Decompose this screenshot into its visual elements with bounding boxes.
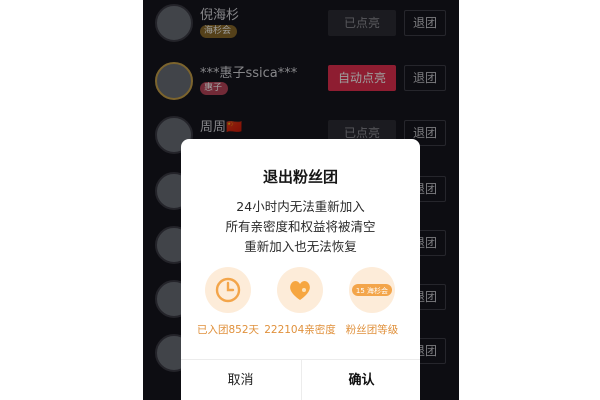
cancel-button[interactable]: 取消 bbox=[181, 360, 300, 400]
dialog-message-line: 重新加入也无法恢复 bbox=[244, 239, 357, 254]
intimacy-item: 222104亲密度 bbox=[262, 267, 338, 337]
intimacy-label: 222104亲密度 bbox=[264, 324, 336, 336]
fan-level-badge-text: 15 海杉会 bbox=[356, 286, 388, 295]
dialog-message-line: 24小时内无法重新加入 bbox=[236, 199, 365, 214]
quit-fan-group-dialog: 退出粉丝团 24小时内无法重新加入 所有亲密度和权益将被清空 重新加入也无法恢复… bbox=[181, 139, 420, 400]
clock-icon bbox=[205, 267, 251, 313]
fan-level-label: 粉丝团等级 bbox=[345, 324, 399, 336]
confirm-button[interactable]: 确认 bbox=[301, 360, 420, 400]
days-joined-label: 已入团852天 bbox=[196, 324, 260, 336]
days-joined-item: 已入团852天 bbox=[190, 267, 266, 337]
dialog-actions: 取消 确认 bbox=[181, 359, 420, 400]
fan-group-list-screen: 倪海杉 海杉会 已点亮 退团 ***惠子ssica*** 惠子 自动点亮 退团 … bbox=[143, 0, 459, 400]
heart-icon bbox=[277, 267, 323, 313]
dialog-message-line: 所有亲密度和权益将被清空 bbox=[225, 219, 376, 234]
fan-level-badge-icon: 15 海杉会 bbox=[349, 267, 395, 313]
dialog-title: 退出粉丝团 bbox=[262, 168, 338, 186]
fan-level-item: 15 海杉会 粉丝团等级 bbox=[334, 267, 410, 337]
